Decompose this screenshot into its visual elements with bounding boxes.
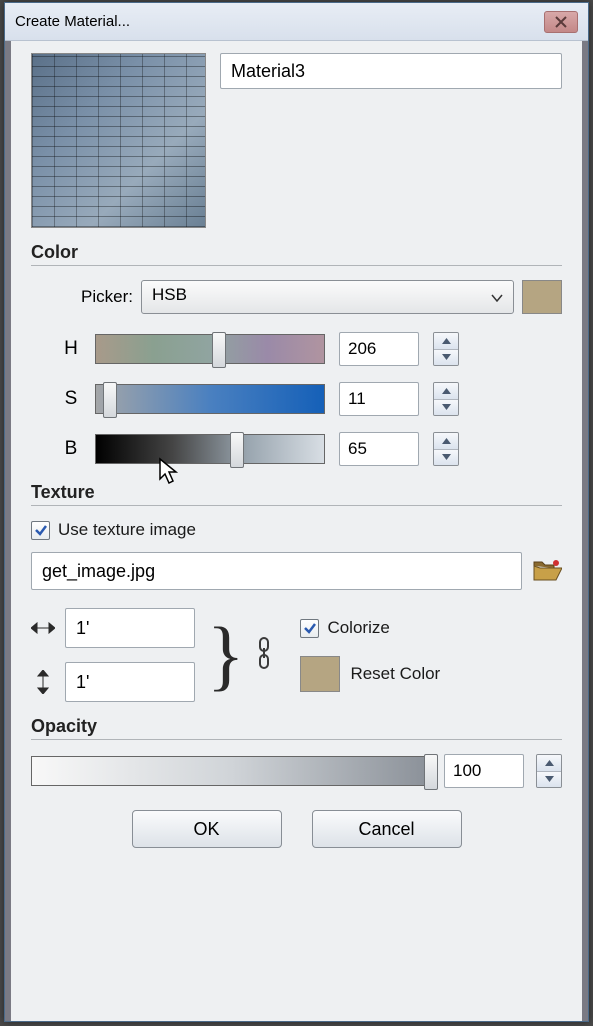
- spin-up[interactable]: [434, 383, 458, 400]
- use-texture-label[interactable]: Use texture image: [58, 520, 196, 540]
- spin-down[interactable]: [434, 450, 458, 466]
- material-preview: [31, 53, 206, 228]
- titlebar[interactable]: Create Material...: [5, 3, 588, 41]
- close-icon: [555, 16, 567, 28]
- spin-up[interactable]: [434, 333, 458, 350]
- material-name-input[interactable]: [220, 53, 562, 89]
- spin-up[interactable]: [537, 755, 561, 772]
- spin-down[interactable]: [434, 350, 458, 366]
- saturation-input[interactable]: [339, 382, 419, 416]
- texture-heading: Texture: [31, 482, 562, 503]
- saturation-slider[interactable]: [95, 384, 325, 414]
- check-icon: [303, 621, 317, 635]
- slider-thumb[interactable]: [103, 382, 117, 418]
- divider: [31, 505, 562, 506]
- browse-button[interactable]: [532, 558, 562, 584]
- folder-open-icon: [532, 558, 562, 584]
- use-texture-checkbox[interactable]: [31, 521, 50, 540]
- hue-input[interactable]: [339, 332, 419, 366]
- texture-width-input[interactable]: [65, 608, 195, 648]
- reset-color-swatch[interactable]: [300, 656, 340, 692]
- reset-color-label[interactable]: Reset Color: [350, 664, 440, 684]
- divider: [31, 739, 562, 740]
- close-button[interactable]: [544, 11, 578, 33]
- opacity-heading: Opacity: [31, 716, 562, 737]
- texture-file-input[interactable]: [31, 552, 522, 590]
- saturation-spinner[interactable]: [433, 382, 459, 416]
- spin-down[interactable]: [537, 772, 561, 788]
- color-swatch[interactable]: [522, 280, 562, 314]
- window-title: Create Material...: [15, 13, 130, 30]
- hue-spinner[interactable]: [433, 332, 459, 366]
- hue-slider[interactable]: [95, 334, 325, 364]
- opacity-slider[interactable]: [31, 756, 432, 786]
- brightness-slider[interactable]: [95, 434, 325, 464]
- ok-button[interactable]: OK: [132, 810, 282, 848]
- create-material-dialog: Create Material... Color Picker: HSB H: [4, 2, 589, 1022]
- picker-value: HSB: [152, 285, 187, 304]
- picker-select[interactable]: HSB: [141, 280, 514, 314]
- vertical-arrow-icon: [31, 670, 55, 694]
- cursor-icon: [158, 457, 180, 485]
- chain-link-icon: [256, 636, 272, 670]
- brightness-input[interactable]: [339, 432, 419, 466]
- texture-height-input[interactable]: [65, 662, 195, 702]
- divider: [31, 265, 562, 266]
- slider-thumb[interactable]: [424, 754, 438, 790]
- colorize-label[interactable]: Colorize: [327, 618, 389, 638]
- check-icon: [34, 523, 48, 537]
- slider-thumb[interactable]: [230, 432, 244, 468]
- chevron-down-icon: [491, 287, 503, 307]
- brightness-spinner[interactable]: [433, 432, 459, 466]
- cancel-button[interactable]: Cancel: [312, 810, 462, 848]
- spin-up[interactable]: [434, 433, 458, 450]
- picker-label: Picker:: [81, 287, 133, 307]
- horizontal-arrow-icon: [31, 622, 55, 634]
- spin-down[interactable]: [434, 400, 458, 416]
- opacity-spinner[interactable]: [536, 754, 562, 788]
- slider-thumb[interactable]: [212, 332, 226, 368]
- color-heading: Color: [31, 242, 562, 263]
- brace-icon: }: [207, 628, 244, 683]
- colorize-checkbox[interactable]: [300, 619, 319, 638]
- aspect-lock-button[interactable]: [256, 636, 278, 674]
- saturation-label: S: [61, 388, 81, 410]
- brightness-label: B: [61, 438, 81, 460]
- opacity-input[interactable]: [444, 754, 524, 788]
- hue-label: H: [61, 338, 81, 360]
